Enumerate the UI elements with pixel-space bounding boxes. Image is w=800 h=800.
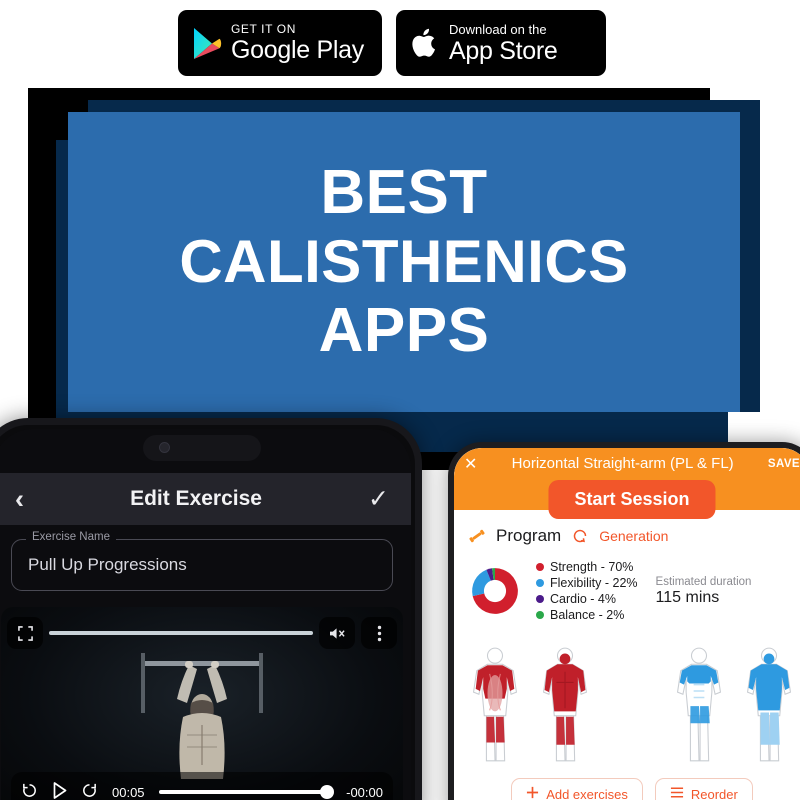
right-phone-mockup: ✕ Horizontal Straight-arm (PL & FL) SAVE… bbox=[448, 442, 800, 800]
add-exercises-label: Add exercises bbox=[546, 786, 628, 800]
plus-icon bbox=[526, 786, 539, 800]
google-play-badge[interactable]: GET IT ON Google Play bbox=[178, 10, 382, 76]
start-session-button[interactable]: Start Session bbox=[548, 480, 716, 519]
legend-swatch-flexibility bbox=[536, 579, 544, 587]
legend-label-flexibility: Flexibility - 22% bbox=[550, 576, 638, 590]
composition-section: Strength - 70% Flexibility - 22% Cardio … bbox=[464, 560, 800, 622]
legend-label-cardio: Cardio - 4% bbox=[550, 592, 616, 606]
close-icon[interactable]: ✕ bbox=[464, 454, 477, 474]
chevron-left-icon[interactable]: ‹ bbox=[15, 485, 24, 513]
seek-knob[interactable] bbox=[320, 785, 335, 799]
legend-swatch-cardio bbox=[536, 595, 544, 603]
legend-item: Flexibility - 22% bbox=[536, 576, 638, 590]
legend-item: Cardio - 4% bbox=[536, 592, 638, 606]
athlete-pullup-illustration bbox=[141, 653, 263, 779]
title-line-2: CALISTHENICS bbox=[179, 228, 629, 296]
exercise-video-player[interactable]: 00:05 -00:00 bbox=[1, 607, 403, 800]
legend-label-strength: Strength - 70% bbox=[550, 560, 634, 574]
exercise-name-label: Exercise Name bbox=[26, 531, 116, 543]
right-phone-screen: ✕ Horizontal Straight-arm (PL & FL) SAVE… bbox=[454, 448, 800, 800]
body-map-front-primary bbox=[472, 647, 518, 762]
dumbbell-icon bbox=[468, 527, 486, 545]
legend-swatch-balance bbox=[536, 611, 544, 619]
exercise-name-value: Pull Up Progressions bbox=[28, 555, 187, 574]
left-phone-screen: ‹ Edit Exercise ✓ Exercise Name Pull Up … bbox=[0, 429, 411, 800]
fullscreen-icon[interactable] bbox=[7, 617, 43, 649]
forward-15-icon[interactable] bbox=[81, 782, 98, 800]
muscle-map-section bbox=[462, 644, 800, 764]
chart-legend: Strength - 70% Flexibility - 22% Cardio … bbox=[536, 560, 638, 622]
title-banner: BEST CALISTHENICS APPS bbox=[68, 112, 740, 412]
video-top-controls bbox=[1, 615, 403, 651]
body-map-back-secondary bbox=[746, 647, 792, 762]
rewind-15-icon[interactable] bbox=[21, 782, 38, 800]
muted-speaker-icon[interactable] bbox=[319, 617, 355, 649]
front-camera-icon bbox=[159, 442, 170, 453]
reorder-button[interactable]: Reorder bbox=[654, 778, 753, 800]
body-map-front-secondary bbox=[676, 647, 722, 762]
program-label: Program bbox=[496, 526, 562, 545]
primary-muscle-group bbox=[462, 646, 598, 764]
app-store-badge-small: Download on the bbox=[449, 21, 547, 37]
exercise-name-input[interactable]: Exercise Name Pull Up Progressions bbox=[11, 531, 393, 591]
video-progress-bar[interactable] bbox=[49, 631, 313, 635]
play-icon[interactable] bbox=[52, 782, 67, 800]
page-title: Edit Exercise bbox=[130, 487, 262, 510]
apple-logo-icon bbox=[412, 28, 435, 57]
exercise-actions: Add exercises Reorder bbox=[454, 778, 800, 800]
regenerate-icon[interactable] bbox=[571, 527, 589, 545]
check-icon[interactable]: ✓ bbox=[368, 486, 389, 512]
generation-label[interactable]: Generation bbox=[599, 528, 668, 544]
google-play-icon bbox=[194, 27, 222, 59]
edit-exercise-topbar: ‹ Edit Exercise ✓ bbox=[0, 473, 411, 525]
reorder-icon bbox=[670, 786, 684, 800]
title-line-1: BEST bbox=[320, 158, 488, 228]
reorder-label: Reorder bbox=[690, 786, 738, 800]
add-exercises-button[interactable]: Add exercises bbox=[511, 778, 643, 800]
video-bottom-controls: 00:05 -00:00 bbox=[11, 772, 393, 800]
secondary-muscle-group bbox=[666, 646, 800, 764]
poster-canvas: GET IT ON Google Play Download on the Ap… bbox=[0, 0, 800, 800]
phone-notch bbox=[143, 435, 261, 461]
video-remaining-time: -00:00 bbox=[346, 784, 383, 800]
google-play-badge-label: Google Play bbox=[231, 36, 364, 64]
legend-item: Strength - 70% bbox=[536, 560, 638, 574]
video-elapsed-time: 00:05 bbox=[112, 784, 145, 800]
program-composition-donut-chart bbox=[472, 568, 518, 614]
legend-label-balance: Balance - 2% bbox=[550, 608, 625, 622]
google-play-badge-small: GET IT ON bbox=[231, 22, 296, 36]
estimated-duration: Estimated duration 115 mins bbox=[656, 576, 752, 607]
body-map-back-primary bbox=[542, 647, 588, 762]
kebab-menu-icon[interactable] bbox=[361, 617, 397, 649]
estimated-duration-label: Estimated duration bbox=[655, 575, 752, 588]
app-store-badge-label: App Store bbox=[449, 36, 558, 65]
estimated-duration-value: 115 mins bbox=[655, 588, 720, 606]
legend-swatch-strength bbox=[536, 563, 544, 571]
legend-item: Balance - 2% bbox=[536, 608, 638, 622]
program-generation-row: Program Generation bbox=[468, 526, 668, 546]
video-seek-slider[interactable] bbox=[158, 785, 335, 799]
save-button[interactable]: SAVE bbox=[768, 458, 800, 470]
app-store-badge[interactable]: Download on the App Store bbox=[396, 10, 606, 76]
title-line-3: APPS bbox=[318, 295, 490, 365]
session-title: Horizontal Straight-arm (PL & FL) bbox=[511, 455, 734, 472]
left-phone-mockup: ‹ Edit Exercise ✓ Exercise Name Pull Up … bbox=[0, 418, 422, 800]
